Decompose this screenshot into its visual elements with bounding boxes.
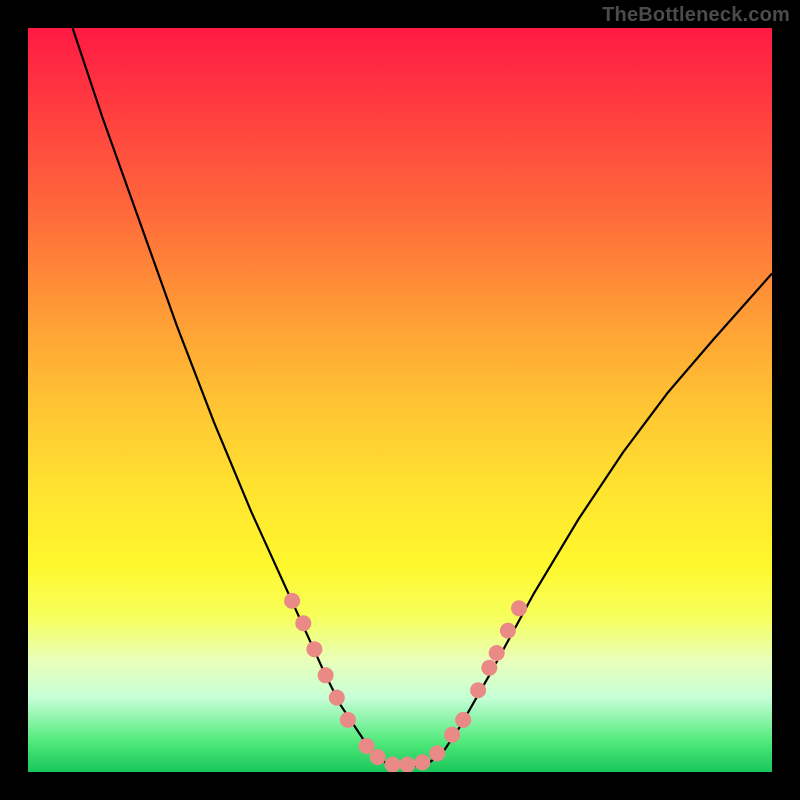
bottleneck-curve-path	[73, 28, 772, 766]
highlight-dot	[306, 641, 322, 657]
highlight-dot	[385, 757, 401, 772]
watermark-text: TheBottleneck.com	[602, 4, 790, 27]
plot-area	[28, 28, 772, 772]
highlight-dot	[414, 754, 430, 770]
highlight-dot	[399, 757, 415, 772]
highlight-dot	[489, 645, 505, 661]
highlight-dot	[284, 593, 300, 609]
highlight-dots-group	[284, 593, 527, 772]
highlight-dot	[295, 615, 311, 631]
highlight-dot	[444, 727, 460, 743]
highlight-dot	[481, 660, 497, 676]
chart-frame: TheBottleneck.com	[0, 0, 800, 800]
highlight-dot	[329, 690, 345, 706]
highlight-dot	[370, 749, 386, 765]
highlight-dot	[470, 682, 486, 698]
highlight-dot	[318, 667, 334, 683]
highlight-dot	[429, 745, 445, 761]
highlight-dot	[500, 623, 516, 639]
highlight-dot	[455, 712, 471, 728]
highlight-dot	[340, 712, 356, 728]
curve-svg	[28, 28, 772, 772]
highlight-dot	[511, 600, 527, 616]
